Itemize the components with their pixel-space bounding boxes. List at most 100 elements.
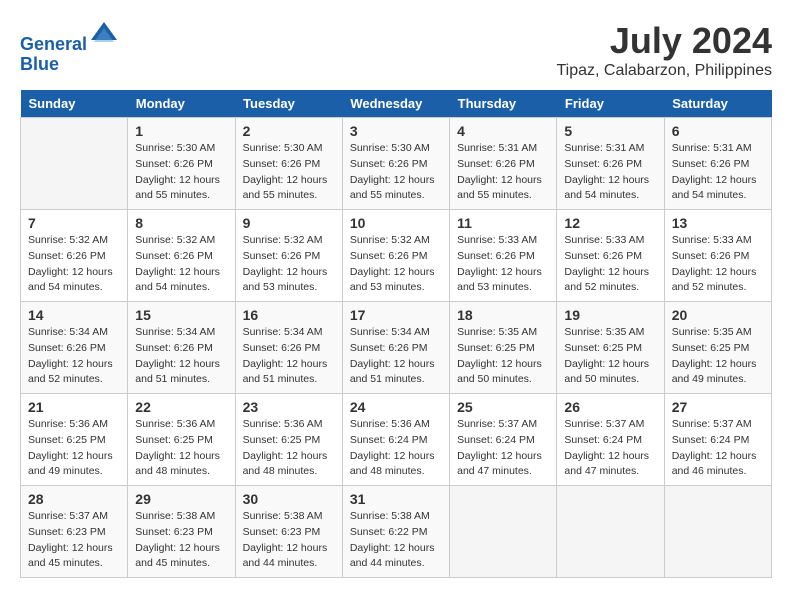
calendar-cell: 7Sunrise: 5:32 AM Sunset: 6:26 PM Daylig… [21, 210, 128, 302]
day-info: Sunrise: 5:38 AM Sunset: 6:23 PM Dayligh… [135, 509, 227, 572]
location-subtitle: Tipaz, Calabarzon, Philippines [556, 62, 772, 80]
day-number: 25 [457, 399, 549, 415]
calendar-cell: 16Sunrise: 5:34 AM Sunset: 6:26 PM Dayli… [235, 302, 342, 394]
day-number: 28 [28, 491, 120, 507]
day-number: 9 [243, 215, 335, 231]
day-number: 23 [243, 399, 335, 415]
day-number: 17 [350, 307, 442, 323]
calendar-cell: 23 Sunrise: 5:36 AM Sunset: 6:25 PM Dayli… [235, 394, 342, 486]
day-info: Sunrise: 5:33 AM Sunset: 6:26 PM Dayligh… [457, 233, 549, 296]
calendar-cell: 2 Sunrise: 5:30 AM Sunset: 6:26 PM Daylig… [235, 118, 342, 210]
day-number: 20 [672, 307, 764, 323]
calendar-cell: 11 Sunrise: 5:33 AM Sunset: 6:26 PM Dayli… [450, 210, 557, 302]
day-info: Sunrise: 5:30 AM Sunset: 6:26 PM Dayligh… [135, 141, 227, 204]
day-info: Sunrise: 5:35 AM Sunset: 6:25 PM Dayligh… [672, 325, 764, 388]
calendar-cell [450, 486, 557, 578]
day-number: 2 [243, 123, 335, 139]
day-number: 31 [350, 491, 442, 507]
day-info: Sunrise: 5:33 AM Sunset: 6:26 PM Dayligh… [564, 233, 656, 296]
header-thursday: Thursday [450, 90, 557, 118]
day-number: 10 [350, 215, 442, 231]
day-number: 11 [457, 215, 549, 231]
day-info: Sunrise: 5:38 AM Sunset: 6:22 PM Dayligh… [350, 509, 442, 572]
calendar-cell: 15 Sunrise: 5:34 AM Sunset: 6:26 PM Dayli… [128, 302, 235, 394]
day-info: Sunrise: 5:34 AM Sunset: 6:26 PM Dayligh… [243, 325, 335, 388]
week-row-1: 1Sunrise: 5:30 AM Sunset: 6:26 PM Daylig… [21, 118, 772, 210]
calendar-cell: 9 Sunrise: 5:32 AM Sunset: 6:26 PM Daylig… [235, 210, 342, 302]
logo-text: General [20, 20, 119, 55]
calendar-table: SundayMondayTuesdayWednesdayThursdayFrid… [20, 90, 772, 578]
day-number: 14 [28, 307, 120, 323]
month-year-title: July 2024 [556, 20, 772, 62]
week-row-4: 21Sunrise: 5:36 AM Sunset: 6:25 PM Dayli… [21, 394, 772, 486]
day-info: Sunrise: 5:38 AM Sunset: 6:23 PM Dayligh… [243, 509, 335, 572]
day-info: Sunrise: 5:31 AM Sunset: 6:26 PM Dayligh… [672, 141, 764, 204]
week-row-2: 7 Sunrise: 5:32 AM Sunset: 6:26 PM Daylig… [21, 210, 772, 302]
day-info: Sunrise: 5:37 AM Sunset: 6:24 PM Dayligh… [672, 417, 764, 480]
day-number: 3 [350, 123, 442, 139]
day-number: 30 [243, 491, 335, 507]
header-saturday: Saturday [664, 90, 771, 118]
day-number: 15 [135, 307, 227, 323]
day-number: 22 [135, 399, 227, 415]
header-monday: Monday [128, 90, 235, 118]
day-info: Sunrise: 5:33 AM Sunset: 6:26 PM Dayligh… [672, 233, 764, 296]
logo-icon [89, 20, 119, 50]
day-info: Sunrise: 5:36 AM Sunset: 6:24 PM Dayligh… [350, 417, 442, 480]
week-row-3: 14 Sunrise: 5:34 AM Sunset: 6:26 PM Dayli… [21, 302, 772, 394]
day-number: 7 [28, 215, 120, 231]
day-number: 19 [564, 307, 656, 323]
logo: General Blue [20, 20, 119, 75]
day-info: Sunrise: 5:37 AM Sunset: 6:24 PM Dayligh… [564, 417, 656, 480]
calendar-cell: 17 Sunrise: 5:34 AM Sunset: 6:26 PM Dayli… [342, 302, 449, 394]
calendar-cell: 12Sunrise: 5:33 AM Sunset: 6:26 PM Dayli… [557, 210, 664, 302]
day-info: Sunrise: 5:34 AM Sunset: 6:26 PM Dayligh… [135, 325, 227, 388]
calendar-cell [21, 118, 128, 210]
day-info: Sunrise: 5:30 AM Sunset: 6:26 PM Dayligh… [243, 141, 335, 204]
calendar-cell [557, 486, 664, 578]
calendar-cell: 10 Sunrise: 5:32 AM Sunset: 6:26 PM Dayli… [342, 210, 449, 302]
calendar-cell: 29Sunrise: 5:38 AM Sunset: 6:23 PM Dayli… [128, 486, 235, 578]
header-friday: Friday [557, 90, 664, 118]
day-number: 18 [457, 307, 549, 323]
calendar-cell: 21Sunrise: 5:36 AM Sunset: 6:25 PM Dayli… [21, 394, 128, 486]
day-info: Sunrise: 5:34 AM Sunset: 6:26 PM Dayligh… [350, 325, 442, 388]
calendar-cell: 24 Sunrise: 5:36 AM Sunset: 6:24 PM Dayli… [342, 394, 449, 486]
header-tuesday: Tuesday [235, 90, 342, 118]
calendar-cell: 20 Sunrise: 5:35 AM Sunset: 6:25 PM Dayli… [664, 302, 771, 394]
calendar-cell: 19 Sunrise: 5:35 AM Sunset: 6:25 PM Dayli… [557, 302, 664, 394]
calendar-cell: 28 Sunrise: 5:37 AM Sunset: 6:23 PM Dayli… [21, 486, 128, 578]
header-sunday: Sunday [21, 90, 128, 118]
day-info: Sunrise: 5:32 AM Sunset: 6:26 PM Dayligh… [243, 233, 335, 296]
day-info: Sunrise: 5:34 AM Sunset: 6:26 PM Dayligh… [28, 325, 120, 388]
calendar-cell: 22 Sunrise: 5:36 AM Sunset: 6:25 PM Dayli… [128, 394, 235, 486]
calendar-cell: 14 Sunrise: 5:34 AM Sunset: 6:26 PM Dayli… [21, 302, 128, 394]
day-info: Sunrise: 5:32 AM Sunset: 6:26 PM Dayligh… [350, 233, 442, 296]
day-info: Sunrise: 5:36 AM Sunset: 6:25 PM Dayligh… [243, 417, 335, 480]
day-info: Sunrise: 5:35 AM Sunset: 6:25 PM Dayligh… [564, 325, 656, 388]
calendar-cell: 5Sunrise: 5:31 AM Sunset: 6:26 PM Daylig… [557, 118, 664, 210]
day-info: Sunrise: 5:37 AM Sunset: 6:23 PM Dayligh… [28, 509, 120, 572]
week-row-5: 28 Sunrise: 5:37 AM Sunset: 6:23 PM Dayli… [21, 486, 772, 578]
day-info: Sunrise: 5:35 AM Sunset: 6:25 PM Dayligh… [457, 325, 549, 388]
calendar-cell: 25 Sunrise: 5:37 AM Sunset: 6:24 PM Dayli… [450, 394, 557, 486]
calendar-cell: 27 Sunrise: 5:37 AM Sunset: 6:24 PM Dayli… [664, 394, 771, 486]
calendar-cell: 26Sunrise: 5:37 AM Sunset: 6:24 PM Dayli… [557, 394, 664, 486]
day-info: Sunrise: 5:30 AM Sunset: 6:26 PM Dayligh… [350, 141, 442, 204]
calendar-cell: 13 Sunrise: 5:33 AM Sunset: 6:26 PM Dayli… [664, 210, 771, 302]
day-number: 24 [350, 399, 442, 415]
day-info: Sunrise: 5:36 AM Sunset: 6:25 PM Dayligh… [135, 417, 227, 480]
calendar-cell: 8Sunrise: 5:32 AM Sunset: 6:26 PM Daylig… [128, 210, 235, 302]
calendar-cell: 3 Sunrise: 5:30 AM Sunset: 6:26 PM Daylig… [342, 118, 449, 210]
day-number: 6 [672, 123, 764, 139]
day-number: 27 [672, 399, 764, 415]
logo-blue: Blue [20, 55, 119, 75]
header: General Blue July 2024 Tipaz, Calabarzon… [20, 20, 772, 80]
day-info: Sunrise: 5:36 AM Sunset: 6:25 PM Dayligh… [28, 417, 120, 480]
day-number: 4 [457, 123, 549, 139]
calendar-cell [664, 486, 771, 578]
day-info: Sunrise: 5:32 AM Sunset: 6:26 PM Dayligh… [135, 233, 227, 296]
day-info: Sunrise: 5:37 AM Sunset: 6:24 PM Dayligh… [457, 417, 549, 480]
day-number: 13 [672, 215, 764, 231]
calendar-cell: 6 Sunrise: 5:31 AM Sunset: 6:26 PM Daylig… [664, 118, 771, 210]
